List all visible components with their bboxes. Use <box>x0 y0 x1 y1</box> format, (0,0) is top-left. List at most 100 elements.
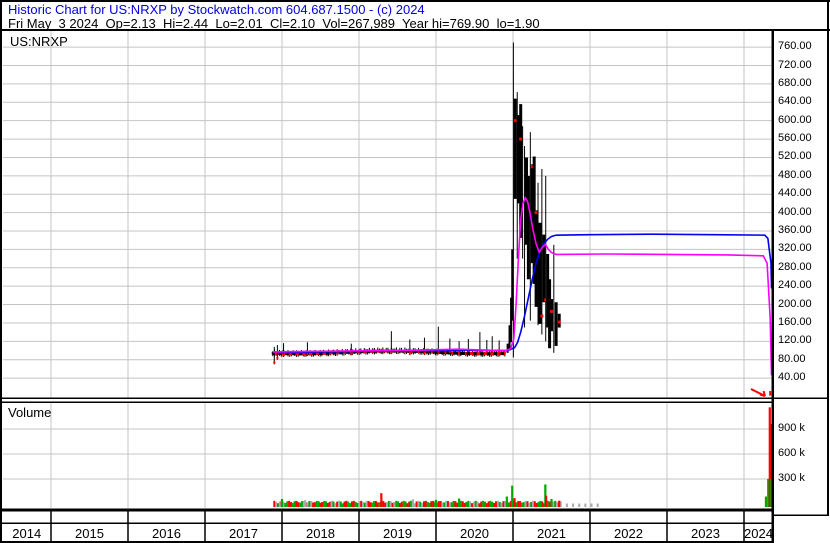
year-label: 2023 <box>691 526 720 541</box>
volume-bar <box>478 503 481 507</box>
candle-close-mark <box>557 320 561 324</box>
volume-bar <box>278 501 281 507</box>
volume-bar <box>397 501 400 507</box>
volume-bar <box>483 501 486 507</box>
year-tick <box>50 511 52 523</box>
price-tick-label: 40.00 <box>778 371 806 384</box>
volume-bar <box>456 502 459 507</box>
volume-bar <box>545 495 548 507</box>
volume-bar <box>369 502 372 507</box>
candle-close-mark <box>534 211 538 215</box>
volume-bar <box>312 502 315 507</box>
volume-bar <box>362 502 365 507</box>
volume-bar <box>533 501 536 507</box>
volume-bar <box>386 502 389 507</box>
price-tick-label: 160.00 <box>778 315 812 328</box>
volume-bar <box>275 501 278 507</box>
volume-bar <box>408 501 411 507</box>
candle-close-mark <box>276 356 279 360</box>
volume-bar <box>572 503 575 507</box>
volume-bar <box>400 501 403 507</box>
volume-bar <box>532 500 535 507</box>
volume-bar <box>487 501 490 507</box>
volume-bar <box>578 503 581 507</box>
quote-summary-line: Fri May 3 2024 Op=2.13 Hi=2.44 Lo=2.01 C… <box>8 16 540 31</box>
chart-title: Historic Chart for US:NRXP by Stockwatch… <box>8 2 425 17</box>
volume-bar <box>328 501 331 507</box>
volume-bar <box>596 503 599 507</box>
volume-bar <box>539 500 542 507</box>
year-label: 2024 <box>744 526 773 541</box>
volume-bar <box>519 501 522 507</box>
volume-bar <box>387 500 390 507</box>
volume-bar <box>321 501 324 507</box>
price-tick-label: 760.00 <box>778 40 812 53</box>
chart-canvas <box>0 0 830 543</box>
symbol-label: US:NRXP <box>10 34 68 49</box>
price-tick-label: 640.00 <box>778 95 812 108</box>
candle-close-mark <box>498 351 501 354</box>
volume-bar <box>289 501 292 507</box>
candle-close-mark <box>282 353 285 357</box>
window-left-border <box>0 0 2 543</box>
year-tick <box>666 511 668 523</box>
volume-bar <box>517 500 520 507</box>
volume-bar <box>491 501 494 507</box>
volume-bar <box>434 499 438 507</box>
volume-bar <box>373 501 376 507</box>
volume-bar <box>395 500 398 507</box>
volume-bar <box>352 500 355 507</box>
volume-bar <box>371 502 374 507</box>
year-label: 2019 <box>383 526 412 541</box>
volume-bar <box>496 500 499 507</box>
volume-bar <box>310 501 313 507</box>
volume-bar <box>341 503 344 507</box>
volume-bar <box>356 502 359 507</box>
price-tick-label: 680.00 <box>778 76 812 89</box>
year-tick <box>743 511 745 523</box>
volume-bar <box>513 498 516 507</box>
volume-bar <box>336 501 339 507</box>
volume-bar <box>334 503 337 507</box>
volume-bar <box>319 502 322 507</box>
price-tick-label: 520.00 <box>778 150 812 163</box>
price-tick-label: 560.00 <box>778 132 812 145</box>
volume-bar <box>500 502 503 507</box>
volume-bar <box>284 502 287 507</box>
candle-close-mark <box>273 361 276 364</box>
volume-bar <box>445 501 448 507</box>
candle-close-mark <box>550 309 553 313</box>
volume-bar <box>380 493 383 507</box>
year-label: 2014 <box>12 526 42 541</box>
volume-bar <box>558 500 561 507</box>
volume-tick-label: 600 k <box>778 447 805 459</box>
volume-bar <box>498 501 501 507</box>
volume-bar <box>376 502 379 507</box>
volume-bar <box>505 496 508 507</box>
volume-bar <box>411 499 414 507</box>
volume-bar <box>360 500 363 507</box>
volume-bar <box>439 500 442 507</box>
price-tick-label: 200.00 <box>778 297 812 310</box>
volume-bar <box>365 501 368 507</box>
volume-bar <box>530 501 533 507</box>
volume-bar <box>354 501 357 507</box>
tick-row-border <box>2 522 772 524</box>
year-label: 2017 <box>229 526 258 541</box>
volume-bar <box>526 501 529 507</box>
price-tick-label: 360.00 <box>778 224 812 236</box>
volume-bar <box>382 501 385 507</box>
volume-bar <box>323 500 326 507</box>
price-tick-label: 720.00 <box>778 58 812 71</box>
price-tick-label: 600.00 <box>778 113 812 126</box>
year-tick <box>512 511 514 523</box>
volume-bar <box>515 502 518 507</box>
price-tick-label: 120.00 <box>778 334 812 347</box>
volume-bar <box>424 500 427 507</box>
volume-bar <box>469 501 472 507</box>
volume-bar <box>304 500 307 507</box>
volume-bar <box>764 496 768 507</box>
volume-bar <box>476 501 479 507</box>
volume-bar <box>524 500 527 507</box>
volume-bar <box>541 501 544 507</box>
